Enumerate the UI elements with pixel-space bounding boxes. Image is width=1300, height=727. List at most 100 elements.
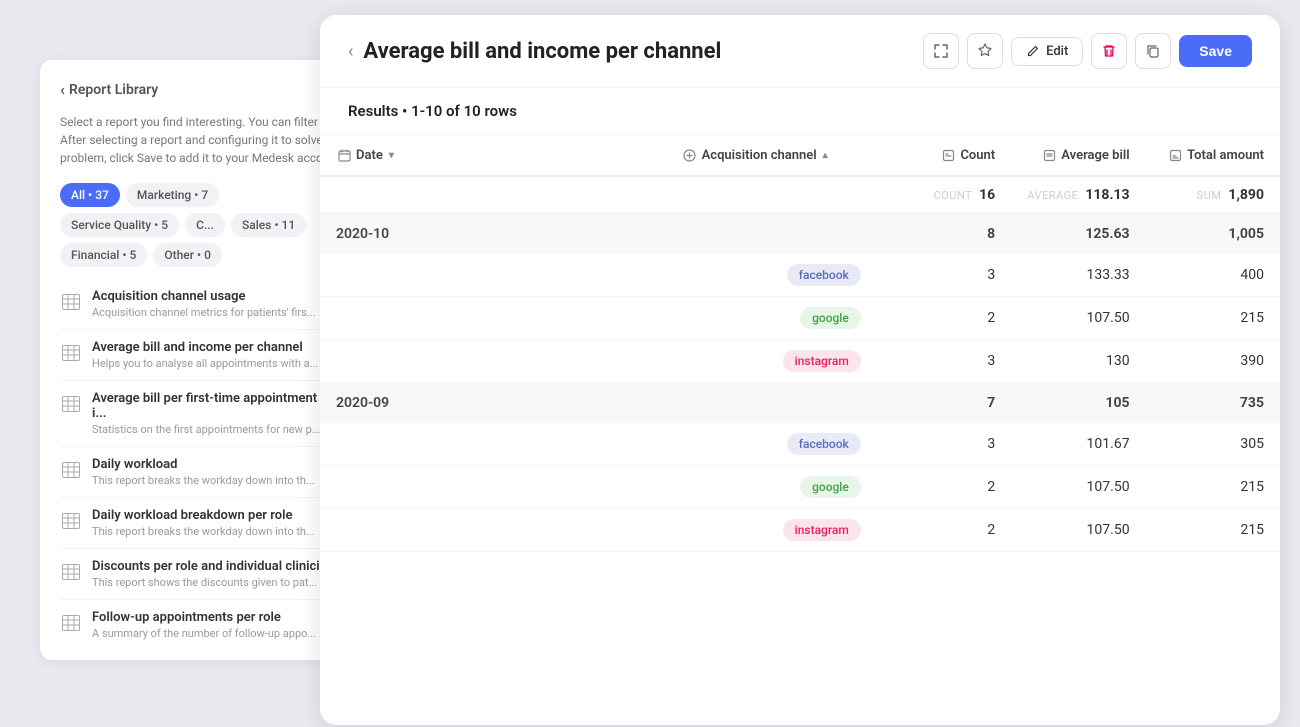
- report-table-icon: [60, 393, 82, 415]
- resize-icon: [933, 43, 949, 59]
- col-total[interactable]: Total amount: [1146, 135, 1280, 176]
- report-subtitle: A summary of the number of follow-up app…: [92, 627, 316, 640]
- row-date-cell: [320, 297, 666, 340]
- row-avg-cell: 101.67: [1011, 423, 1145, 466]
- row-count-cell: 2: [877, 509, 1011, 552]
- report-text: Discounts per role and individual clinic…: [92, 559, 334, 589]
- row-count-cell: 2: [877, 466, 1011, 509]
- channel-tag-google: google: [800, 307, 861, 329]
- panel-header: ‹ Average bill and income per channel Ed…: [320, 15, 1280, 88]
- report-title: Average bill and income per channel: [92, 340, 318, 355]
- list-item[interactable]: Follow-up appointments per role A summar…: [60, 600, 340, 650]
- col-channel-label: Acquisition channel: [702, 148, 817, 163]
- avg-summary-label: AVERAGE: [1027, 189, 1078, 202]
- row-count-cell: 2: [877, 297, 1011, 340]
- library-description: Select a report you find interesting. Yo…: [60, 113, 340, 167]
- report-title: Follow-up appointments per role: [92, 610, 316, 625]
- filter-tag[interactable]: All • 37: [60, 183, 120, 207]
- summary-channel-cell: [666, 176, 877, 214]
- row-total-cell: 390: [1146, 340, 1280, 383]
- row-channel-cell: facebook: [666, 254, 877, 297]
- count-summary-value: 16: [979, 187, 995, 203]
- resize-button[interactable]: [923, 33, 959, 69]
- list-item[interactable]: Average bill and income per channel Help…: [60, 330, 340, 381]
- list-item[interactable]: Discounts per role and individual clinic…: [60, 549, 340, 600]
- group-total: 735: [1146, 383, 1280, 424]
- filter-tag[interactable]: Other • 0: [153, 243, 222, 267]
- table-container[interactable]: Date ▾ Acquisition channel ▴: [320, 135, 1280, 715]
- edit-button[interactable]: Edit: [1011, 37, 1083, 66]
- filter-tag[interactable]: Service Quality • 5: [60, 213, 179, 237]
- report-table-icon: [60, 510, 82, 532]
- results-bar: Results • 1-10 of 10 rows: [320, 88, 1280, 135]
- col-channel[interactable]: Acquisition channel ▴: [666, 135, 877, 176]
- star-icon: [977, 43, 993, 59]
- report-library-label: Report Library: [69, 82, 158, 98]
- filter-tag[interactable]: Sales • 11: [231, 213, 306, 237]
- row-total-cell: 400: [1146, 254, 1280, 297]
- back-arrow-icon: ‹: [60, 80, 65, 99]
- row-channel-cell: instagram: [666, 340, 877, 383]
- avg-summary-value: 118.13: [1085, 187, 1129, 203]
- table-row: facebook 3 101.67 305: [320, 423, 1280, 466]
- col-date-dropdown-icon[interactable]: ▾: [389, 150, 394, 161]
- col-count-label: Count: [960, 148, 995, 163]
- report-text: Daily workload breakdown per role This r…: [92, 508, 315, 538]
- filter-tag[interactable]: C...: [185, 213, 225, 237]
- row-avg-cell: 107.50: [1011, 509, 1145, 552]
- row-date-cell: [320, 509, 666, 552]
- row-channel-cell: instagram: [666, 509, 877, 552]
- filter-tag[interactable]: Financial • 5: [60, 243, 147, 267]
- list-item[interactable]: Daily workload breakdown per role This r…: [60, 498, 340, 549]
- col-count[interactable]: Count: [877, 135, 1011, 176]
- panel-title: Average bill and income per channel: [363, 39, 721, 64]
- list-item[interactable]: Acquisition channel usage Acquisition ch…: [60, 279, 340, 330]
- summary-date-cell: [320, 176, 666, 214]
- row-total-cell: 305: [1146, 423, 1280, 466]
- group-count: 8: [877, 214, 1011, 255]
- col-avg-bill[interactable]: Average bill: [1011, 135, 1145, 176]
- summary-row: COUNT 16 AVERAGE 118.13 SUM 1,890: [320, 176, 1280, 214]
- copy-button[interactable]: [1135, 33, 1171, 69]
- report-table-icon: [60, 459, 82, 481]
- report-text: Average bill and income per channel Help…: [92, 340, 318, 370]
- report-library-panel: ‹ Report Library Select a report you fin…: [40, 60, 360, 660]
- row-avg-cell: 133.33: [1011, 254, 1145, 297]
- report-text: Daily workload This report breaks the wo…: [92, 457, 315, 487]
- summary-count-cell: COUNT 16: [877, 176, 1011, 214]
- col-date[interactable]: Date ▾: [320, 135, 666, 176]
- row-count-cell: 3: [877, 423, 1011, 466]
- total-col-icon: [1167, 147, 1183, 163]
- filter-tag[interactable]: Marketing • 7: [126, 183, 219, 207]
- summary-avg-cell: AVERAGE 118.13: [1011, 176, 1145, 214]
- title-area: ‹ Average bill and income per channel: [348, 39, 721, 64]
- col-total-label: Total amount: [1187, 148, 1264, 163]
- row-total-cell: 215: [1146, 509, 1280, 552]
- row-avg-cell: 107.50: [1011, 297, 1145, 340]
- report-table-icon: [60, 561, 82, 583]
- channel-tag-instagram: instagram: [783, 519, 861, 541]
- list-item[interactable]: Daily workload This report breaks the wo…: [60, 447, 340, 498]
- list-item[interactable]: Average bill per first-time appointment …: [60, 381, 340, 447]
- row-total-cell: 215: [1146, 297, 1280, 340]
- report-table-icon: [60, 612, 82, 634]
- save-button[interactable]: Save: [1179, 35, 1252, 67]
- row-channel-cell: google: [666, 297, 877, 340]
- report-title: Average bill per first-time appointment …: [92, 391, 340, 421]
- report-library-back[interactable]: ‹ Report Library: [60, 80, 340, 99]
- report-table: Date ▾ Acquisition channel ▴: [320, 135, 1280, 552]
- row-channel-cell: facebook: [666, 423, 877, 466]
- delete-button[interactable]: [1091, 33, 1127, 69]
- report-title: Daily workload breakdown per role: [92, 508, 315, 523]
- table-row: google 2 107.50 215: [320, 297, 1280, 340]
- favorite-button[interactable]: [967, 33, 1003, 69]
- row-date-cell: [320, 340, 666, 383]
- col-channel-sort-icon[interactable]: ▴: [823, 150, 828, 161]
- report-text: Follow-up appointments per role A summar…: [92, 610, 316, 640]
- row-channel-cell: google: [666, 466, 877, 509]
- group-avg: 105: [1011, 383, 1145, 424]
- copy-icon: [1145, 43, 1161, 59]
- report-list: Acquisition channel usage Acquisition ch…: [60, 279, 340, 650]
- panel-back-button[interactable]: ‹: [348, 41, 353, 62]
- report-subtitle: Statistics on the first appointments for…: [92, 423, 332, 436]
